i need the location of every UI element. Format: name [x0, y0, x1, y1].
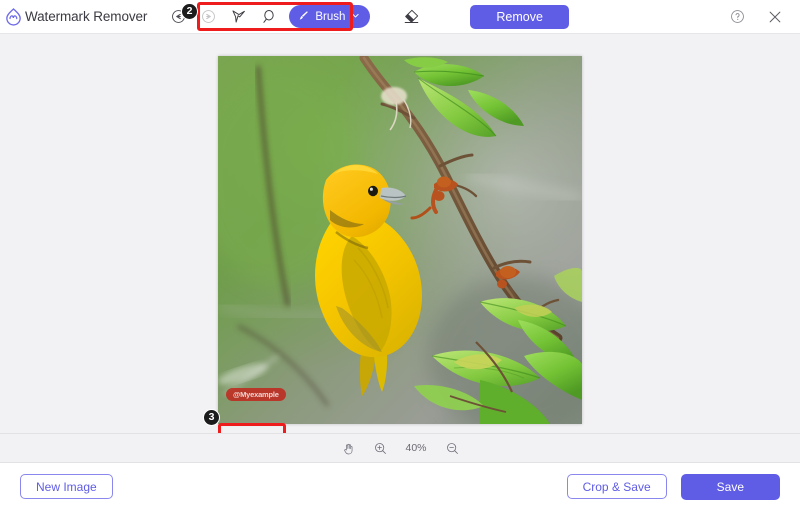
free-lasso-tool-button[interactable] — [255, 4, 281, 30]
image-canvas-area[interactable]: @Myexample 3 — [0, 34, 800, 433]
crop-and-save-button[interactable]: Crop & Save — [567, 474, 667, 499]
editing-toolbar: Brush — [165, 4, 424, 30]
zoom-in-icon[interactable] — [371, 439, 389, 457]
action-footer: New Image Crop & Save Save — [0, 463, 800, 510]
polygon-lasso-tool-button[interactable] — [225, 4, 251, 30]
droplet-wave-logo-icon — [4, 7, 23, 26]
new-image-button[interactable]: New Image — [20, 474, 113, 499]
photo-preview[interactable]: @Myexample — [218, 56, 582, 424]
paintbrush-icon — [297, 9, 310, 25]
save-button[interactable]: Save — [681, 474, 780, 500]
zoom-out-icon[interactable] — [443, 439, 461, 457]
app-header: Watermark Remover — [0, 0, 800, 34]
watermark-text: @Myexample — [226, 388, 286, 401]
watermark-remover-window: Watermark Remover — [0, 0, 800, 510]
watermark-highlight-annotation — [218, 423, 286, 433]
brush-tool-button[interactable]: Brush — [289, 5, 370, 28]
brush-tool-label: Brush — [315, 11, 345, 23]
remove-button[interactable]: Remove — [470, 5, 569, 29]
step-badge-2: 2 — [181, 3, 198, 20]
eraser-tool-button[interactable] — [398, 4, 424, 30]
hand-pan-icon[interactable] — [339, 439, 357, 457]
header-right-controls — [724, 4, 788, 30]
brand: Watermark Remover — [4, 7, 147, 26]
chevron-down-icon — [351, 11, 360, 22]
redo-button[interactable] — [195, 4, 221, 30]
app-title: Watermark Remover — [25, 9, 147, 24]
bird-photo-illustration — [218, 56, 582, 424]
footer-right-actions: Crop & Save Save — [567, 474, 780, 500]
zoom-level-label: 40% — [403, 442, 429, 454]
zoom-toolbar: 40% — [0, 433, 800, 463]
close-icon[interactable] — [762, 4, 788, 30]
help-icon[interactable] — [724, 4, 750, 30]
step-badge-3: 3 — [203, 409, 220, 426]
